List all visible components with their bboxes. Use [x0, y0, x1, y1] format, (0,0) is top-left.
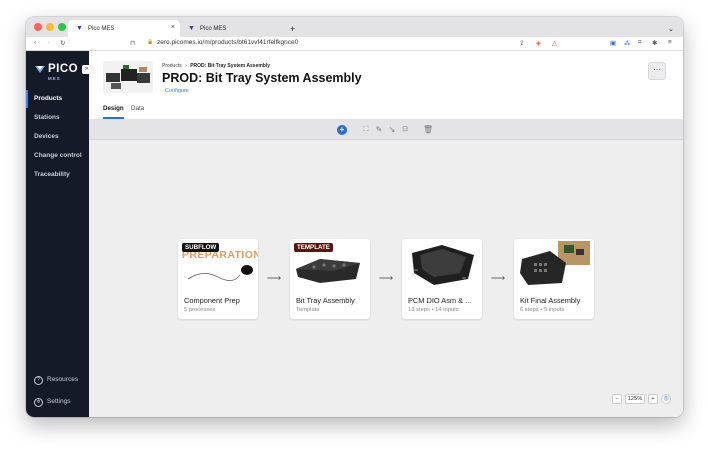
- arrow-right-icon: ⟶: [378, 273, 394, 284]
- zoom-controls: − 125% + ◎: [612, 393, 674, 405]
- close-tab-icon[interactable]: ×: [171, 24, 175, 31]
- browser-window: ▼ Pico MES × ▼ Pico MES + ⌄ ‹ › ↻ ⊓ 🔒 ze…: [26, 17, 683, 417]
- brave-shield-icon[interactable]: ◈: [536, 39, 541, 47]
- zoom-in-button[interactable]: +: [648, 394, 658, 404]
- configure-link[interactable]: Configure: [165, 88, 189, 94]
- extension-icon[interactable]: ▣: [610, 39, 616, 47]
- subflow-badge: SUBFLOW: [182, 243, 220, 252]
- brave-rewards-icon[interactable]: △: [552, 39, 557, 47]
- card-name: PCM DIO Asm & ...: [408, 296, 472, 305]
- browser-toolbar: ‹ › ↻ ⊓ 🔒 zero.picomes.io/m/products/bt6…: [26, 37, 683, 51]
- more-options-button[interactable]: ···: [648, 62, 666, 80]
- recenter-icon[interactable]: ◎: [661, 394, 671, 404]
- card-subtitle: 6 steps • 9 inputs: [520, 307, 565, 313]
- sidebar-item-resources[interactable]: ? Resources: [26, 372, 89, 388]
- breadcrumb-separator: ›: [185, 63, 187, 69]
- flow-card-pcm-dio-asm[interactable]: PCM DIO Asm & ... 13 steps • 14 inputs: [402, 239, 482, 319]
- flow-card-bit-tray-assembly[interactable]: TEMPLATE Bit Tray Assembly Template: [290, 239, 370, 319]
- card-name: Component Prep: [184, 296, 240, 305]
- product-thumbnail: [103, 61, 153, 93]
- maximize-window-button[interactable]: [58, 23, 66, 31]
- browser-tab-label: Pico MES: [88, 25, 115, 32]
- close-window-button[interactable]: [34, 23, 42, 31]
- card-name: Bit Tray Assembly: [296, 296, 355, 305]
- frame-icon[interactable]: ⊡: [400, 125, 410, 135]
- pico-logo[interactable]: PICO MES: [34, 63, 79, 81]
- card-image: [402, 239, 482, 287]
- sidebar-item-label: Settings: [47, 398, 71, 405]
- lock-icon: 🔒: [147, 39, 154, 45]
- card-subtitle: 5 processes: [184, 307, 216, 313]
- canvas-toolbar: + ⛶ ✎ ↘ ⊡ 🗑: [89, 120, 683, 140]
- translate-icon[interactable]: ⁂: [624, 39, 631, 47]
- bookmark-icon[interactable]: ⊓: [130, 39, 135, 47]
- collapse-sidebar-button[interactable]: »: [82, 65, 91, 74]
- card-image: [514, 239, 594, 287]
- zoom-out-button[interactable]: −: [612, 394, 622, 404]
- sidebar-item-traceability[interactable]: Traceability: [26, 166, 89, 184]
- screenshot-icon[interactable]: ⌗: [638, 39, 642, 47]
- share-icon[interactable]: ⇪: [519, 39, 524, 47]
- flow-card-kit-final-assembly[interactable]: Kit Final Assembly 6 steps • 9 inputs: [514, 239, 594, 319]
- zoom-level: 125%: [625, 394, 645, 404]
- sidebar-item-label: Resources: [47, 376, 79, 383]
- arrow-right-icon: ⟶: [266, 273, 282, 284]
- pico-favicon-icon: ▼: [188, 24, 195, 32]
- logo-subtext: MES: [48, 76, 61, 81]
- sidebar-item-change-control[interactable]: Change control: [26, 147, 89, 165]
- page-title: PROD: Bit Tray System Assembly: [162, 71, 362, 85]
- sidebar: PICO MES » Products Stations Devices Cha…: [26, 51, 91, 417]
- card-subtitle: 13 steps • 14 inputs: [408, 307, 459, 313]
- sidebar-item-settings[interactable]: ✲ Settings: [26, 394, 89, 410]
- new-tab-button[interactable]: +: [288, 20, 302, 37]
- template-badge: TEMPLATE: [294, 243, 333, 252]
- connect-icon[interactable]: ↘: [387, 125, 397, 135]
- tab-list-chevron-icon[interactable]: ⌄: [666, 20, 678, 37]
- browser-tab-bar: ▼ Pico MES × ▼ Pico MES + ⌄: [26, 17, 683, 37]
- help-icon: ?: [34, 375, 43, 385]
- add-step-button[interactable]: +: [337, 125, 347, 135]
- fit-view-icon[interactable]: ⛶: [361, 125, 371, 135]
- flow-card-component-prep[interactable]: PREPARATION SUBFLOW Component Prep 5 pro…: [178, 239, 258, 319]
- flow-canvas[interactable]: PREPARATION SUBFLOW Component Prep 5 pro…: [89, 141, 683, 417]
- arrow-right-icon: ⟶: [490, 273, 506, 284]
- card-subtitle: Template: [296, 307, 320, 313]
- breadcrumb-current: PROD: Bit Tray System Assembly: [190, 63, 271, 69]
- minimize-window-button[interactable]: [46, 23, 54, 31]
- tab-design[interactable]: Design: [103, 105, 124, 119]
- tab-data[interactable]: Data: [131, 105, 144, 112]
- sidebar-item-devices[interactable]: Devices: [26, 128, 89, 146]
- logo-text: PICO: [48, 63, 79, 75]
- url-field[interactable]: zero.picomes.io/m/products/bt61vvf41rfel…: [157, 39, 298, 46]
- back-icon[interactable]: ‹: [34, 39, 36, 46]
- menu-icon[interactable]: ≡: [668, 39, 672, 46]
- browser-tab-label: Pico MES: [200, 25, 227, 32]
- forward-icon[interactable]: ›: [48, 39, 50, 46]
- browser-tab-2[interactable]: ▼ Pico MES: [180, 20, 288, 37]
- main-content: Products › PROD: Bit Tray System Assembl…: [89, 51, 683, 417]
- browser-tab-1[interactable]: ▼ Pico MES ×: [68, 20, 180, 37]
- trash-icon[interactable]: 🗑: [423, 125, 433, 135]
- pico-favicon-icon: ▼: [76, 24, 83, 32]
- sidebar-item-stations[interactable]: Stations: [26, 109, 89, 127]
- sidebar-item-products[interactable]: Products: [26, 90, 89, 108]
- gear-icon: ✲: [34, 397, 43, 407]
- breadcrumb: Products › PROD: Bit Tray System Assembl…: [162, 63, 270, 69]
- breadcrumb-products-link[interactable]: Products: [162, 63, 182, 69]
- card-name: Kit Final Assembly: [520, 296, 581, 305]
- edit-pencil-icon[interactable]: ✎: [374, 125, 384, 135]
- extensions-puzzle-icon[interactable]: ✱: [652, 39, 657, 47]
- pico-logo-icon: [35, 66, 45, 73]
- reload-icon[interactable]: ↻: [60, 39, 65, 47]
- product-header: Products › PROD: Bit Tray System Assembl…: [89, 51, 683, 120]
